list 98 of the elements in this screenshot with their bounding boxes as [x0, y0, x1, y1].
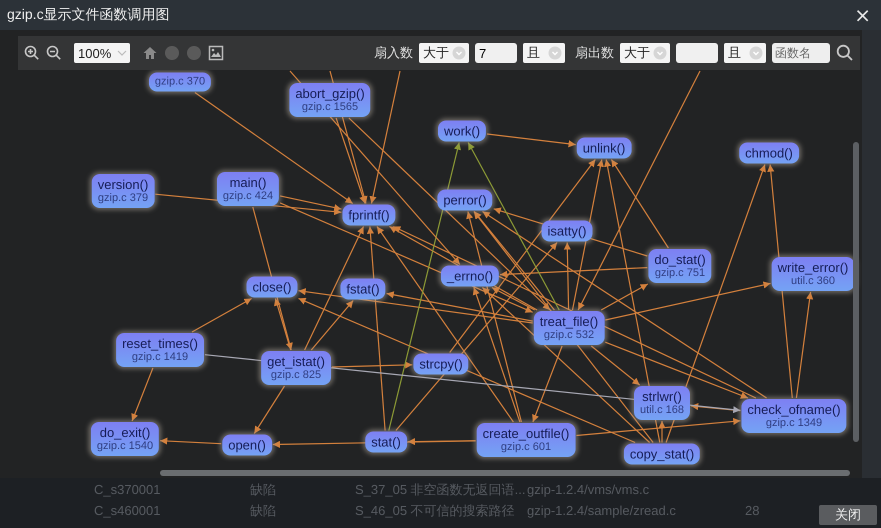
- function-node[interactable]: check_ofname() gzip.c 1349: [741, 399, 847, 433]
- function-node[interactable]: stat(): [365, 432, 407, 452]
- defect-status: 缺陷: [250, 502, 277, 520]
- source-location: gzip.c 370: [154, 76, 206, 88]
- dropdown-caret-icon: [452, 46, 466, 60]
- function-name: stat(): [371, 434, 401, 450]
- function-name-input[interactable]: 函数名: [772, 43, 830, 63]
- function-name: do_stat(): [654, 252, 706, 267]
- operator-select[interactable]: 大于: [419, 43, 469, 63]
- function-node[interactable]: gzip.c 370: [148, 72, 212, 92]
- line-number: 28: [745, 503, 760, 518]
- function-name: do_exit(): [98, 425, 152, 440]
- file-path: gzip-1.2.4/vms/vms.c: [527, 482, 650, 497]
- function-node[interactable]: copy_stat(): [624, 444, 700, 464]
- home-icon[interactable]: [142, 45, 158, 61]
- source-location: gzip.c 1349: [764, 417, 824, 430]
- function-node[interactable]: chmod(): [739, 142, 799, 164]
- function-node[interactable]: isatty(): [542, 220, 592, 242]
- source-location: gzip.c 1565: [300, 101, 360, 114]
- function-node[interactable]: _errno(): [440, 266, 500, 286]
- function-node[interactable]: close(): [246, 276, 298, 298]
- zoom-select[interactable]: 100%: [74, 43, 130, 63]
- defect-status: 缺陷: [250, 480, 277, 498]
- function-name: create_outfile(): [482, 426, 570, 441]
- function-name: strcpy(): [419, 356, 463, 372]
- function-name: strlwr(): [641, 389, 683, 404]
- joiner-select[interactable]: 且: [523, 43, 565, 63]
- function-node[interactable]: main() gzip.c 424: [216, 172, 280, 206]
- image-icon[interactable]: [208, 45, 224, 61]
- function-name: perror(): [443, 192, 487, 208]
- function-name: work(): [444, 124, 480, 138]
- close-button[interactable]: ×: [850, 6, 875, 24]
- function-node[interactable]: treat_file() gzip.c 532: [534, 311, 604, 345]
- source-location: util.c 168: [640, 404, 684, 417]
- function-name: isatty(): [548, 224, 586, 238]
- function-node[interactable]: create_outfile() gzip.c 601: [476, 423, 576, 457]
- source-location: gzip.c 1540: [96, 440, 154, 453]
- source-location: gzip.c 751: [654, 267, 706, 280]
- function-name: main(): [228, 175, 268, 190]
- function-node[interactable]: fprintf(): [342, 204, 396, 226]
- file-path: gzip-1.2.4/sample/zread.c: [527, 503, 677, 518]
- function-name: chmod(): [745, 146, 793, 160]
- fan-out-label: 扇出数: [575, 44, 614, 62]
- source-location: gzip.c 601: [500, 441, 552, 454]
- function-name: fprintf(): [348, 208, 390, 222]
- dropdown-caret-icon: [749, 46, 763, 60]
- function-node[interactable]: write_error() util.c 360: [772, 257, 854, 291]
- vertical-scrollbar[interactable]: [853, 142, 859, 442]
- source-location: gzip.c 825: [270, 369, 322, 382]
- function-node[interactable]: fstat(): [340, 278, 386, 300]
- function-node[interactable]: work(): [438, 120, 486, 142]
- rule-description: S_46_05 不可信的搜索路径: [355, 502, 516, 520]
- function-name: fstat(): [346, 282, 380, 296]
- rule-description: S_37_05 非空函数无返回语...: [355, 480, 526, 498]
- source-location: gzip.c 424: [222, 190, 274, 203]
- dropdown-caret-icon: [653, 46, 667, 60]
- number-input[interactable]: [676, 43, 718, 63]
- defect-id: C_s370001: [93, 482, 162, 497]
- function-name: open(): [228, 438, 266, 452]
- dropdown-caret-icon: [548, 46, 562, 60]
- function-name: version(): [98, 177, 148, 192]
- function-node[interactable]: do_stat() gzip.c 751: [648, 249, 712, 283]
- function-name: reset_times(): [122, 336, 198, 351]
- function-name: write_error(): [778, 260, 848, 275]
- source-location: gzip.c 1419: [130, 351, 190, 364]
- function-node[interactable]: open(): [222, 434, 272, 456]
- search-icon[interactable]: [836, 44, 854, 62]
- fan-in-label: 扇入数: [374, 44, 413, 62]
- zoom-in-icon[interactable]: [24, 45, 40, 61]
- function-node[interactable]: strcpy(): [413, 354, 469, 374]
- zoom-out-icon[interactable]: [46, 45, 62, 61]
- function-node[interactable]: reset_times() gzip.c 1419: [116, 333, 204, 367]
- function-name: abort_gzip(): [295, 86, 365, 101]
- function-name: treat_file(): [540, 314, 598, 329]
- function-node[interactable]: get_istat() gzip.c 825: [261, 351, 331, 385]
- close-button[interactable]: 关闭: [819, 505, 877, 525]
- function-node[interactable]: do_exit() gzip.c 1540: [90, 422, 160, 456]
- function-node[interactable]: perror(): [437, 190, 493, 210]
- function-name: check_ofname(): [747, 402, 841, 417]
- window-title: gzip.c显示文件函数调用图: [7, 6, 170, 24]
- function-name: get_istat(): [267, 354, 325, 369]
- source-location: util.c 360: [790, 275, 836, 288]
- function-node[interactable]: abort_gzip() gzip.c 1565: [289, 83, 371, 117]
- function-node[interactable]: version() gzip.c 379: [92, 174, 154, 208]
- number-input[interactable]: 7: [475, 43, 517, 63]
- caret-icon: [117, 49, 127, 57]
- defect-id: C_s460001: [93, 503, 162, 518]
- function-name: _errno(): [446, 268, 494, 284]
- joiner-select[interactable]: 且: [724, 43, 766, 63]
- source-location: gzip.c 532: [542, 329, 596, 342]
- function-node[interactable]: strlwr() util.c 168: [634, 386, 690, 420]
- horizontal-scrollbar[interactable]: [160, 470, 850, 476]
- function-name: close(): [252, 280, 292, 294]
- operator-select[interactable]: 大于: [620, 43, 670, 63]
- source-location: gzip.c 379: [98, 192, 148, 205]
- function-node[interactable]: unlink(): [576, 138, 632, 158]
- function-name: unlink(): [582, 140, 626, 156]
- function-name: copy_stat(): [630, 446, 694, 462]
